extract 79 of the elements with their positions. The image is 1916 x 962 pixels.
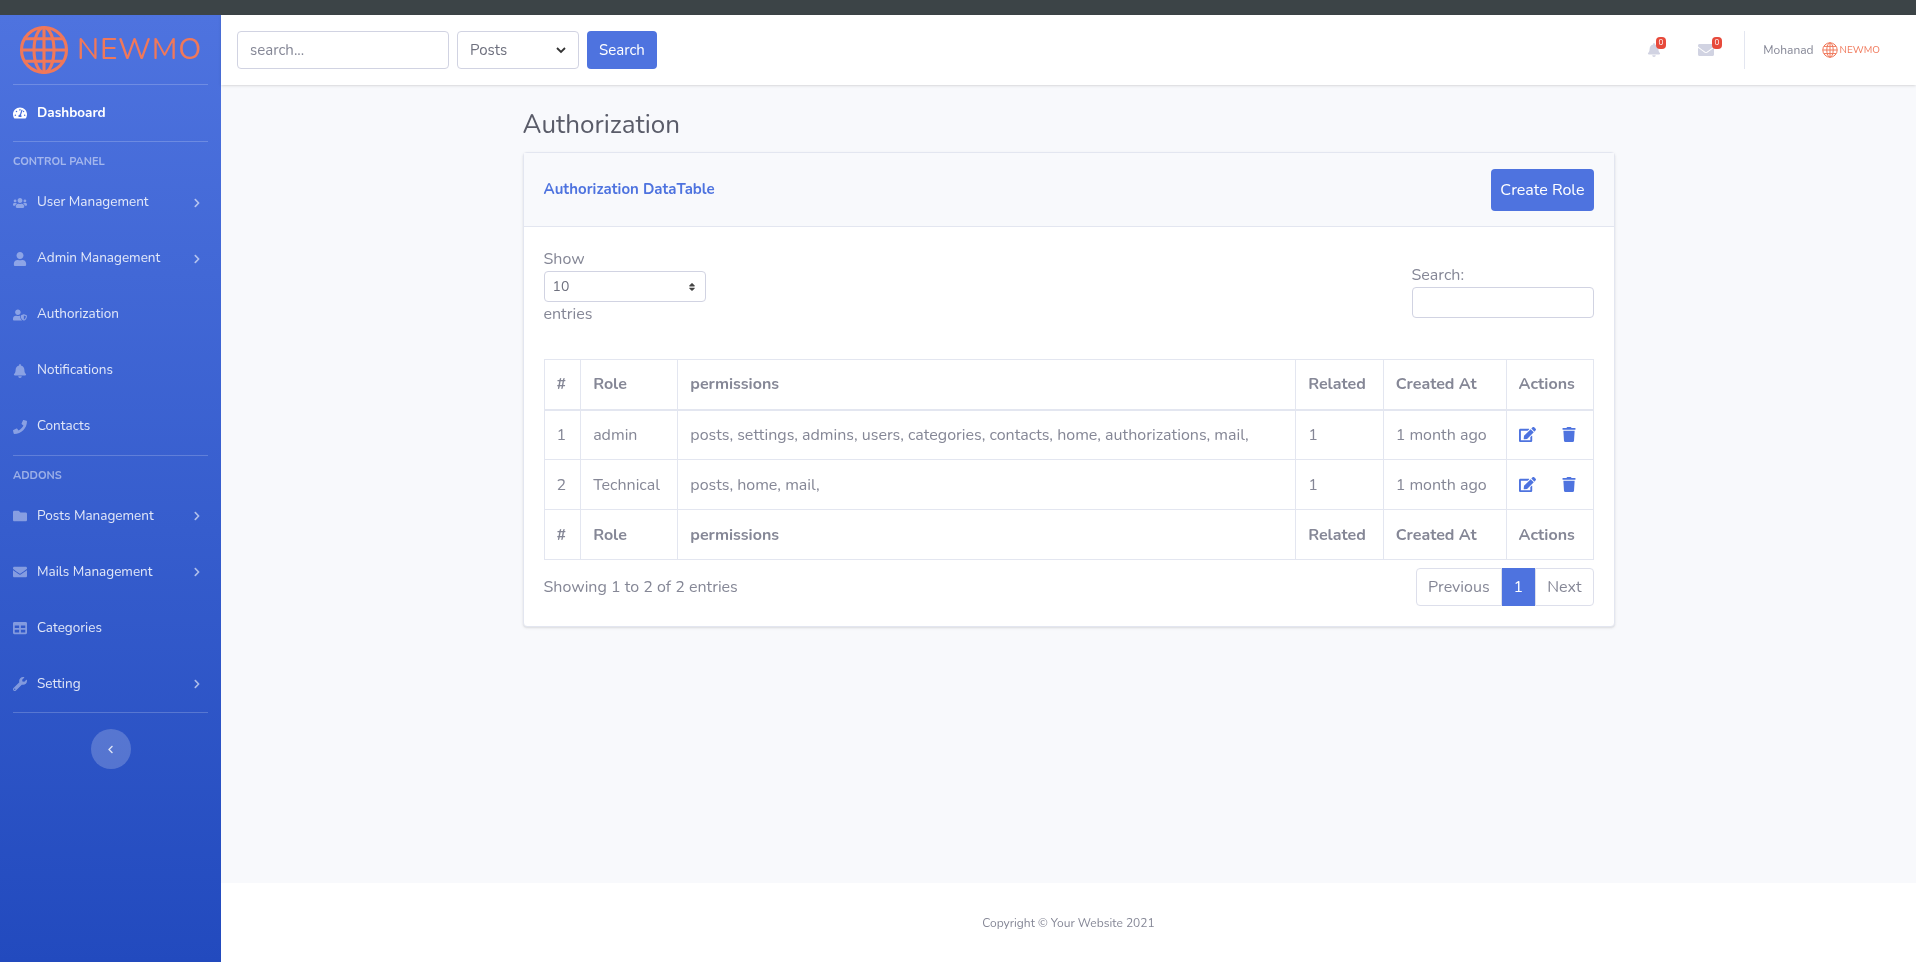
sidebar-toggle-button[interactable] — [90, 729, 131, 769]
table-cell: 1 month ago — [1383, 409, 1507, 460]
message-count: 0 — [1711, 37, 1723, 49]
column-header: Created At — [1383, 359, 1507, 410]
search-button[interactable]: Search — [587, 31, 657, 69]
table-info: Showing 1 to 2 of 2 entries — [543, 575, 738, 599]
gauge-icon — [13, 106, 27, 120]
entries-select[interactable]: 10 — [543, 271, 706, 302]
table-cell: 1 month ago — [1383, 459, 1507, 510]
column-header: # — [544, 359, 581, 410]
bell-icon — [1647, 43, 1662, 57]
pagination-button[interactable]: Previous — [1416, 568, 1502, 606]
sidebar-item[interactable]: Dashboard — [13, 85, 208, 141]
pagination-button[interactable]: 1 — [1501, 568, 1536, 606]
table-icon — [13, 621, 27, 635]
pagination-button[interactable]: Next — [1535, 568, 1594, 606]
bell-icon — [13, 363, 27, 378]
globe-avatar-icon — [1821, 42, 1838, 58]
table-cell: Technical — [580, 459, 678, 510]
column-footer: Role — [580, 509, 678, 560]
sidebar-item[interactable]: Posts Management — [13, 488, 208, 544]
sidebar-item[interactable]: Setting — [13, 656, 208, 712]
envelope-icon — [1698, 42, 1715, 58]
sidebar-item[interactable]: Admin Management — [13, 230, 208, 287]
wrench-icon — [13, 677, 27, 691]
table-search-field[interactable] — [1411, 287, 1594, 318]
user-name[interactable]: Mohanad — [1763, 41, 1814, 59]
show-label: Show — [543, 247, 586, 271]
folder-icon — [13, 509, 27, 523]
trash-icon[interactable] — [1561, 427, 1576, 443]
edit-icon[interactable] — [1518, 426, 1536, 444]
table-cell: posts, settings, admins, users, categories, contacts, home, authorizations, mail, — [677, 409, 1296, 460]
sidebar-item[interactable]: Mails Management — [13, 544, 208, 600]
envelope-icon — [13, 565, 27, 579]
user-brand: NEWMO — [1839, 42, 1880, 58]
globe-logo-icon — [19, 24, 70, 75]
column-header: Actions — [1506, 359, 1593, 410]
column-footer: # — [544, 509, 581, 560]
sidebar-item[interactable]: Contacts — [13, 398, 208, 455]
messages-button[interactable]: 0 — [1686, 30, 1727, 70]
sidebar-item[interactable]: Authorization — [13, 286, 208, 343]
phone-icon — [13, 419, 27, 434]
chevron-down-icon — [556, 46, 566, 54]
table-cell: 1 — [1295, 459, 1384, 510]
trash-icon[interactable] — [1561, 477, 1576, 492]
column-header: Related — [1295, 359, 1384, 410]
chevron-left-icon — [106, 744, 115, 754]
search-field[interactable]: search... — [237, 31, 449, 69]
search-label: Search: — [1411, 263, 1466, 287]
column-header: permissions — [677, 359, 1296, 410]
column-footer: Actions — [1506, 509, 1593, 560]
table-cell: 2 — [544, 459, 581, 510]
entries-label: entries — [543, 302, 594, 326]
column-footer: Created At — [1383, 509, 1507, 560]
column-footer: permissions — [677, 509, 1296, 560]
notification-count: 0 — [1655, 37, 1667, 49]
table-cell: 1 — [1295, 409, 1384, 460]
sidebar-item[interactable]: Notifications — [13, 342, 208, 399]
sidebar-heading: CONTROL PANEL — [13, 154, 106, 171]
scope-select[interactable]: Posts — [457, 31, 579, 69]
column-header: Role — [580, 359, 678, 410]
sidebar-heading: ADDONS — [13, 467, 63, 485]
sidebar-item[interactable]: User Management — [13, 174, 208, 231]
create-role-button[interactable]: Create Role — [1491, 168, 1594, 211]
users-icon — [13, 195, 27, 210]
edit-icon[interactable] — [1518, 476, 1536, 493]
page-title: Authorization — [522, 106, 682, 144]
sort-icon — [686, 281, 697, 292]
user-icon — [13, 251, 27, 266]
table-cell: admin — [580, 409, 678, 460]
copyright-text: Copyright © Your Website 2021 — [982, 913, 1155, 932]
brand-name: NEWMO — [77, 28, 202, 72]
user-shield-icon — [13, 307, 27, 322]
table-cell: 1 — [544, 409, 581, 460]
sidebar-item[interactable]: Categories — [13, 600, 208, 656]
card-title: Authorization DataTable — [543, 178, 715, 201]
column-footer: Related — [1295, 509, 1384, 560]
notifications-button[interactable]: 0 — [1634, 30, 1675, 70]
table-cell: posts, home, mail, — [677, 459, 1296, 510]
